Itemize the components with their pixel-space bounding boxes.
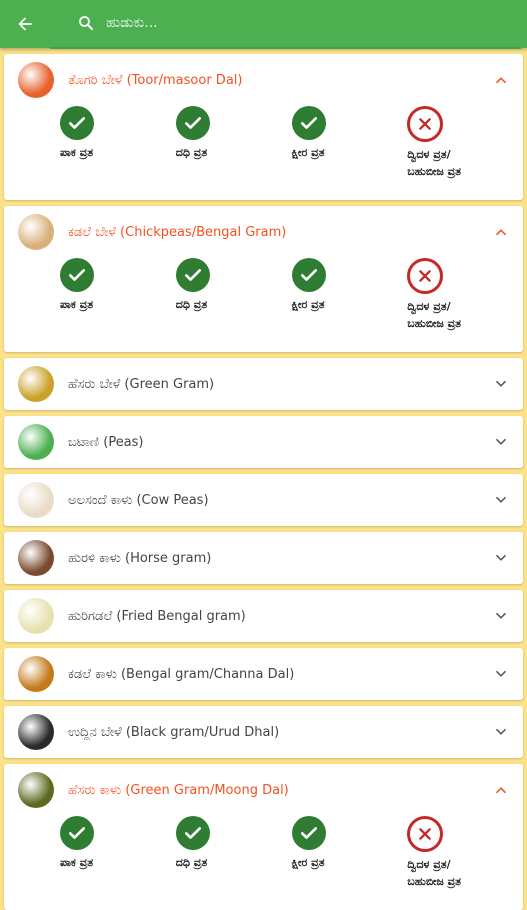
vrata-status: ದಧಿ ವ್ರತ <box>175 816 292 906</box>
search-input[interactable] <box>104 14 521 32</box>
chevron-down-icon[interactable] <box>479 377 523 391</box>
search-bar <box>50 0 521 49</box>
list-item-header[interactable]: ಕಡಲೆ ಕಾಳು (Bengal gram/Channa Dal) <box>4 648 523 700</box>
cancel-circle-icon <box>407 816 444 852</box>
vrata-status: ಪಾಕ ವ್ರತ <box>60 816 176 906</box>
vrata-status: ಕ್ಷೀರ ವ್ರತ <box>291 816 408 906</box>
vrata-status: ಪಾಕ ವ್ರತ <box>60 106 176 196</box>
item-title: ಅಲಸಂದೆ ಕಾಳು (Cow Peas) <box>68 492 209 508</box>
list-item: ಹೆಸರು ಬೇಳೆ (Green Gram) <box>4 358 523 410</box>
vrata-label: ಪಾಕ ವ್ರತ <box>60 298 94 311</box>
check-circle-icon <box>291 816 326 850</box>
list-item: ಉದ್ದಿನ ಬೇಳೆ (Black gram/Urud Dhal) <box>4 706 523 758</box>
chevron-up-icon[interactable] <box>479 225 523 239</box>
dal-list: ತೊಗರಿ ಬೇಳೆ (Toor/masoor Dal) ಪಾಕ ವ್ರತ ದಧಿ … <box>0 48 527 910</box>
list-item-header[interactable]: ಕಡಲೆ ಬೇಳೆ (Chickpeas/Bengal Gram) <box>4 206 523 258</box>
item-thumbnail <box>18 540 54 576</box>
check-circle-icon <box>175 816 210 850</box>
chevron-up-icon[interactable] <box>479 73 523 87</box>
vrata-label: ದಧಿ ವ್ರತ <box>175 146 208 159</box>
cancel-circle-icon <box>407 258 444 294</box>
item-title: ಹೆಸರು ಕಾಳು (Green Gram/Moong Dal) <box>68 782 289 798</box>
item-title: ಹುರಳಿ ಕಾಳು (Horse gram) <box>68 550 212 566</box>
search-icon <box>72 9 100 37</box>
app-bar <box>0 0 527 49</box>
list-item-header[interactable]: ತೊಗರಿ ಬೇಳೆ (Toor/masoor Dal) <box>4 54 523 106</box>
chevron-down-icon[interactable] <box>479 725 523 739</box>
check-circle-icon <box>175 106 210 140</box>
list-item: ಹುರಳಿ ಕಾಳು (Horse gram) <box>4 532 523 584</box>
item-thumbnail <box>18 482 54 518</box>
item-thumbnail <box>18 714 54 750</box>
list-item: ಕಡಲೆ ಬೇಳೆ (Chickpeas/Bengal Gram) ಪಾಕ ವ್ರ… <box>4 206 523 352</box>
arrow-left-icon <box>18 17 32 31</box>
item-thumbnail <box>18 366 54 402</box>
chevron-down-icon[interactable] <box>479 667 523 681</box>
chevron-down-icon[interactable] <box>479 493 523 507</box>
list-item-header[interactable]: ಹೆಸರು ಕಾಳು (Green Gram/Moong Dal) <box>4 764 523 816</box>
vrata-status: ದ್ವಿದಳ ವ್ರತ/ ಬಹುಬೀಜ ವ್ರತ <box>407 258 523 348</box>
item-details: ಪಾಕ ವ್ರತ ದಧಿ ವ್ರತ ಕ್ಷೀರ ವ್ರತ ದ್ವಿದಳ ವ್ರತ/ ಬ… <box>4 106 523 200</box>
item-thumbnail <box>18 656 54 692</box>
vrata-label: ದಧಿ ವ್ರತ <box>175 856 208 869</box>
chevron-down-icon[interactable] <box>479 609 523 623</box>
item-thumbnail <box>18 424 54 460</box>
item-title: ಹುರಿಗಡಲೆ (Fried Bengal gram) <box>68 608 246 624</box>
vrata-label: ಪಾಕ ವ್ರತ <box>60 146 94 159</box>
vrata-label: ದ್ವಿದಳ ವ್ರತ/ ಬಹುಬೀಜ ವ್ರತ <box>407 148 461 178</box>
item-thumbnail <box>18 772 54 808</box>
vrata-label: ಕ್ಷೀರ ವ್ರತ <box>291 298 325 311</box>
list-item-header[interactable]: ಹುರಿಗಡಲೆ (Fried Bengal gram) <box>4 590 523 642</box>
item-title: ತೊಗರಿ ಬೇಳೆ (Toor/masoor Dal) <box>68 72 243 88</box>
item-thumbnail <box>18 598 54 634</box>
vrata-label: ದಧಿ ವ್ರತ <box>175 298 208 311</box>
vrata-status: ದ್ವಿದಳ ವ್ರತ/ ಬಹುಬೀಜ ವ್ರತ <box>407 816 523 906</box>
vrata-status: ಕ್ಷೀರ ವ್ರತ <box>291 258 408 348</box>
item-thumbnail <box>18 214 54 250</box>
check-circle-icon <box>60 816 94 850</box>
vrata-label: ಕ್ಷೀರ ವ್ರತ <box>291 146 325 159</box>
list-item-header[interactable]: ಹೆಸರು ಬೇಳೆ (Green Gram) <box>4 358 523 410</box>
list-item-header[interactable]: ಅಲಸಂದೆ ಕಾಳು (Cow Peas) <box>4 474 523 526</box>
chevron-down-icon[interactable] <box>479 551 523 565</box>
item-details: ಪಾಕ ವ್ರತ ದಧಿ ವ್ರತ ಕ್ಷೀರ ವ್ರತ ದ್ವಿದಳ ವ್ರತ/ ಬ… <box>4 816 523 910</box>
chevron-up-icon[interactable] <box>479 783 523 797</box>
list-item: ತೊಗರಿ ಬೇಳೆ (Toor/masoor Dal) ಪಾಕ ವ್ರತ ದಧಿ … <box>4 54 523 200</box>
vrata-status: ದಧಿ ವ್ರತ <box>175 258 292 348</box>
vrata-label: ಪಾಕ ವ್ರತ <box>60 856 94 869</box>
list-item: ಕಡಲೆ ಕಾಳು (Bengal gram/Channa Dal) <box>4 648 523 700</box>
item-title: ಕಡಲೆ ಕಾಳು (Bengal gram/Channa Dal) <box>68 666 295 682</box>
check-circle-icon <box>60 106 94 140</box>
vrata-status: ದಧಿ ವ್ರತ <box>175 106 292 196</box>
list-item: ಹುರಿಗಡಲೆ (Fried Bengal gram) <box>4 590 523 642</box>
vrata-status: ಪಾಕ ವ್ರತ <box>60 258 176 348</box>
back-button[interactable] <box>0 0 50 48</box>
vrata-label: ದ್ವಿದಳ ವ್ರತ/ ಬಹುಬೀಜ ವ್ರತ <box>407 858 461 888</box>
list-item-header[interactable]: ಹುರಳಿ ಕಾಳು (Horse gram) <box>4 532 523 584</box>
vrata-status: ದ್ವಿದಳ ವ್ರತ/ ಬಹುಬೀಜ ವ್ರತ <box>407 106 523 196</box>
item-thumbnail <box>18 62 54 98</box>
item-title: ಕಡಲೆ ಬೇಳೆ (Chickpeas/Bengal Gram) <box>68 224 287 240</box>
list-item-header[interactable]: ಬಟಾಣಿ (Peas) <box>4 416 523 468</box>
check-circle-icon <box>175 258 210 292</box>
chevron-down-icon[interactable] <box>479 435 523 449</box>
item-title: ಉದ್ದಿನ ಬೇಳೆ (Black gram/Urud Dhal) <box>68 724 280 740</box>
vrata-label: ದ್ವಿದಳ ವ್ರತ/ ಬಹುಬೀಜ ವ್ರತ <box>407 300 461 330</box>
vrata-label: ಕ್ಷೀರ ವ್ರತ <box>291 856 325 869</box>
cancel-circle-icon <box>407 106 444 142</box>
list-item: ಅಲಸಂದೆ ಕಾಳು (Cow Peas) <box>4 474 523 526</box>
list-item: ಹೆಸರು ಕಾಳು (Green Gram/Moong Dal) ಪಾಕ ವ್ರ… <box>4 764 523 910</box>
list-item-header[interactable]: ಉದ್ದಿನ ಬೇಳೆ (Black gram/Urud Dhal) <box>4 706 523 758</box>
list-item: ಬಟಾಣಿ (Peas) <box>4 416 523 468</box>
check-circle-icon <box>291 106 326 140</box>
item-details: ಪಾಕ ವ್ರತ ದಧಿ ವ್ರತ ಕ್ಷೀರ ವ್ರತ ದ್ವಿದಳ ವ್ರತ/ ಬ… <box>4 258 523 352</box>
item-title: ಹೆಸರು ಬೇಳೆ (Green Gram) <box>68 376 215 392</box>
check-circle-icon <box>60 258 94 292</box>
vrata-status: ಕ್ಷೀರ ವ್ರತ <box>291 106 408 196</box>
check-circle-icon <box>291 258 326 292</box>
item-title: ಬಟಾಣಿ (Peas) <box>68 434 144 450</box>
